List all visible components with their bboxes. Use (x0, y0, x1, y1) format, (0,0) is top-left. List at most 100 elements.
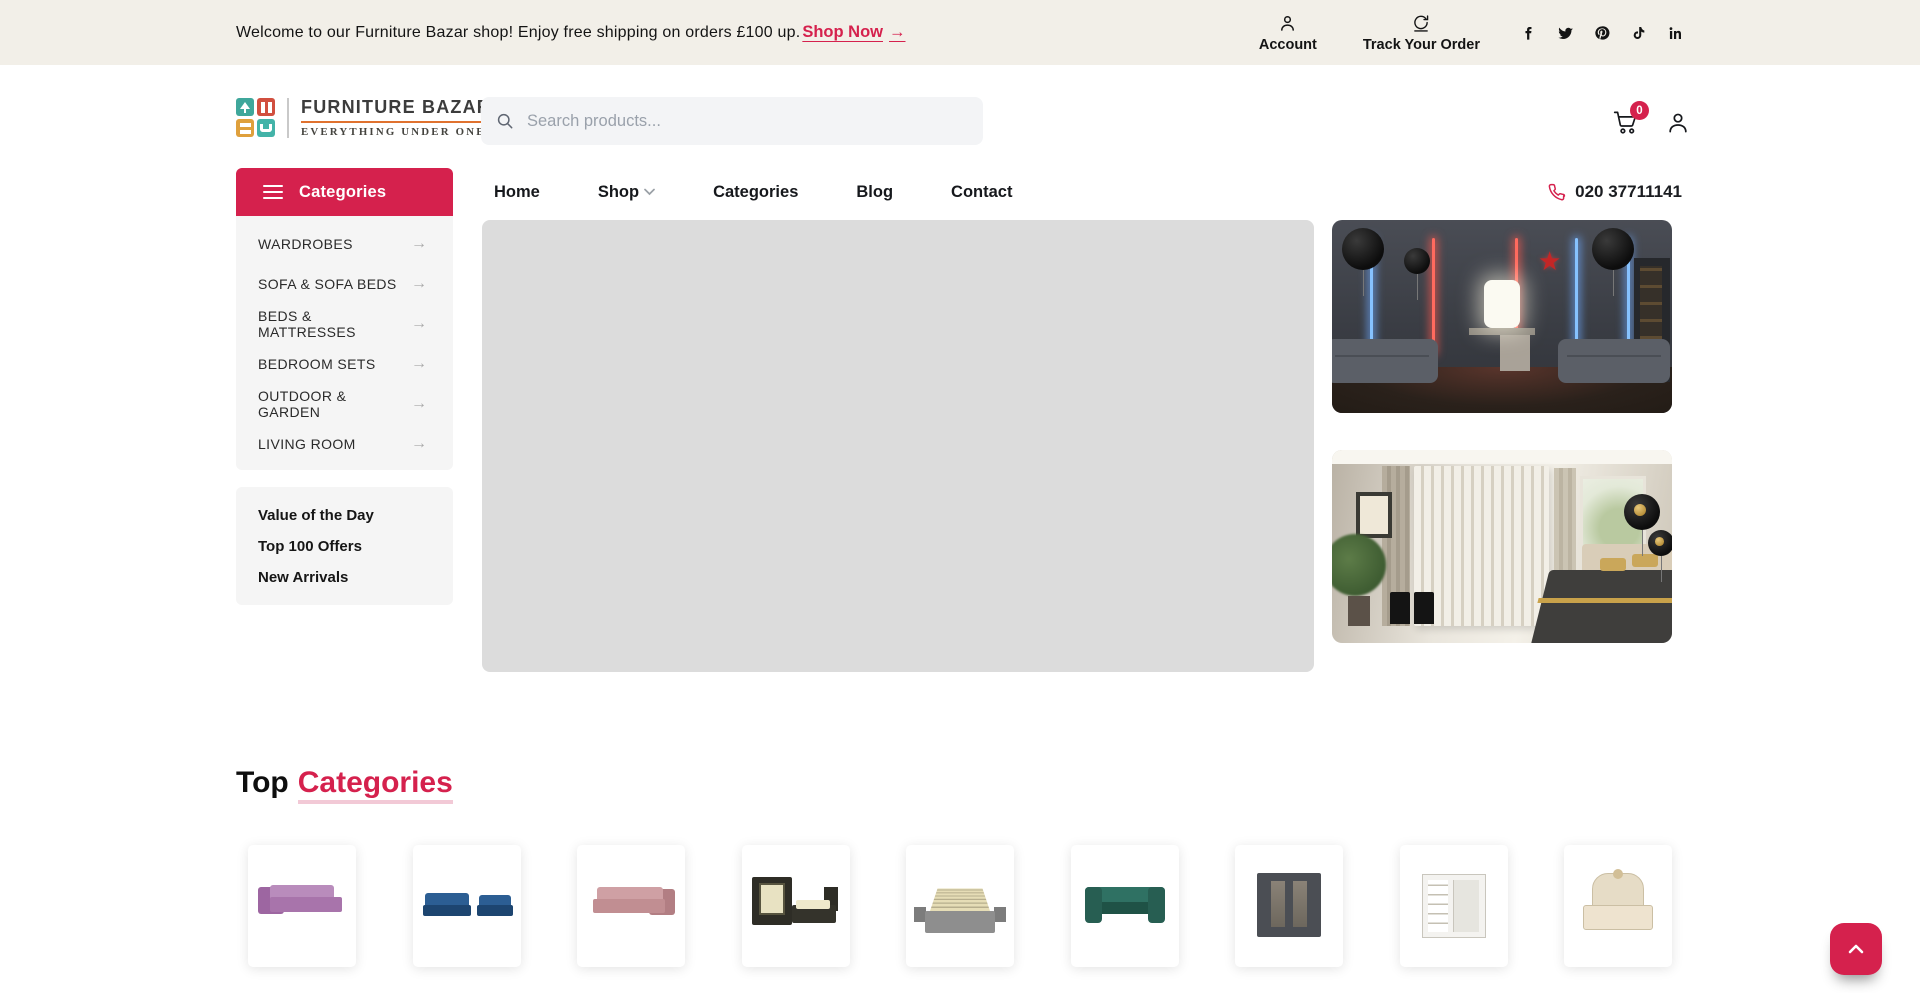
wardrobe-icon (257, 98, 275, 116)
arrow-right-icon: → (411, 395, 427, 413)
sidebar-item-living-room[interactable]: LIVING ROOM → (236, 424, 453, 464)
product-image (1077, 871, 1173, 941)
cart-count-badge: 0 (1630, 101, 1649, 120)
quick-link-top-100-offers[interactable]: Top 100 Offers (236, 531, 453, 562)
decor-vanity (1469, 328, 1535, 335)
category-card[interactable] (577, 845, 685, 967)
promo-banner-bedroom[interactable] (1332, 450, 1672, 643)
sidebar-item-bedroom-sets[interactable]: BEDROOM SETS → (236, 344, 453, 384)
decor-neon-strip (1432, 238, 1435, 354)
product-image (419, 871, 515, 941)
category-card[interactable] (1564, 845, 1672, 967)
scroll-to-top-button[interactable] (1830, 923, 1882, 975)
facebook-icon[interactable] (1520, 25, 1536, 41)
decor (1537, 598, 1672, 603)
top-categories-heading: TopCategories (236, 766, 453, 800)
promo-banner-black-friday-room[interactable]: ★ (1332, 220, 1672, 413)
category-card[interactable] (248, 845, 356, 967)
category-card[interactable] (1071, 845, 1179, 967)
arrow-right-icon: → (411, 235, 427, 253)
sidebar-item-beds-mattresses[interactable]: BEDS & MATTRESSES → (236, 304, 453, 344)
decor-pillow (1600, 558, 1626, 571)
sidebar-item-sofa-sofa-beds[interactable]: SOFA & SOFA BEDS → (236, 264, 453, 304)
linkedin-icon[interactable] (1668, 25, 1684, 41)
nav-item-blog[interactable]: Blog (856, 183, 893, 202)
category-card[interactable] (1400, 845, 1508, 967)
decor-shopping-bags (1390, 592, 1434, 624)
product-image (1406, 871, 1502, 941)
social-links (1520, 25, 1684, 41)
product-image (1570, 871, 1666, 941)
decor-wall-art (1356, 492, 1392, 538)
category-card[interactable] (413, 845, 521, 967)
quick-link-value-of-the-day[interactable]: Value of the Day (236, 500, 453, 531)
lamp-icon (236, 98, 254, 116)
product-image (748, 871, 844, 941)
twitter-icon[interactable] (1557, 25, 1573, 41)
balloon-icon (1592, 228, 1634, 270)
track-order-label: Track Your Order (1363, 37, 1480, 53)
shop-now-link[interactable]: Shop Now → (802, 23, 905, 42)
categories-menu-title: Categories (299, 183, 386, 202)
drawers-icon (236, 119, 254, 137)
search-input[interactable] (481, 97, 983, 145)
arrow-right-icon: → (411, 275, 427, 293)
hamburger-icon (263, 185, 283, 199)
category-card[interactable] (1235, 845, 1343, 967)
top-categories-carousel (248, 845, 1672, 967)
logo-mark (236, 98, 275, 137)
pinterest-icon[interactable] (1594, 25, 1610, 41)
welcome-text: Welcome to our Furniture Bazar shop! Enj… (236, 24, 800, 42)
sofa-icon (257, 119, 275, 137)
track-order-link[interactable]: Track Your Order (1363, 13, 1480, 53)
category-card[interactable] (742, 845, 850, 967)
product-image (1241, 871, 1337, 941)
cart-button[interactable]: 0 (1612, 109, 1641, 141)
nav-item-contact[interactable]: Contact (951, 183, 1012, 202)
decor-bed (1531, 570, 1672, 643)
balloon-icon (1648, 530, 1672, 556)
product-image (583, 871, 679, 941)
sidebar-category-list: WARDROBES → SOFA & SOFA BEDS → BEDS & MA… (236, 216, 453, 470)
arrow-right-icon: → (411, 315, 427, 333)
account-button[interactable] (1665, 110, 1691, 141)
decor-vanity-drawer (1500, 335, 1530, 371)
person-icon (1277, 13, 1298, 34)
balloon-icon (1624, 494, 1660, 530)
arrow-right-icon: → (411, 355, 427, 373)
shop-now-label: Shop Now (802, 23, 883, 42)
category-card[interactable] (906, 845, 1014, 967)
phone-number: 020 37711141 (1575, 182, 1682, 202)
track-order-icon (1410, 13, 1432, 34)
chevron-down-icon (644, 188, 655, 196)
decor-slat-panel (1414, 466, 1549, 626)
decor-sofa (1558, 339, 1670, 383)
sidebar-quick-links: Value of the Day Top 100 Offers New Arri… (236, 487, 453, 605)
categories-menu-button[interactable]: Categories (236, 168, 453, 216)
nav-item-shop[interactable]: Shop (598, 183, 655, 202)
sidebar-item-outdoor-garden[interactable]: OUTDOOR & GARDEN → (236, 384, 453, 424)
tiktok-icon[interactable] (1631, 25, 1647, 41)
account-label: Account (1259, 37, 1317, 53)
sidebar-item-wardrobes[interactable]: WARDROBES → (236, 224, 453, 264)
heading-prefix: Top (236, 766, 289, 799)
heading-highlight: Categories (298, 766, 453, 804)
decor-pillow (1632, 554, 1658, 567)
balloon-icon (1342, 228, 1384, 270)
main-nav: Home Shop Categories Blog Contact (494, 168, 1012, 216)
chevron-up-icon (1848, 944, 1864, 954)
search-icon (495, 111, 515, 131)
arrow-right-icon: → (889, 23, 906, 42)
user-icon (1665, 110, 1691, 136)
balloon-icon (1404, 248, 1430, 274)
top-bar: Welcome to our Furniture Bazar shop! Enj… (0, 0, 1920, 65)
quick-link-new-arrivals[interactable]: New Arrivals (236, 562, 453, 593)
nav-item-home[interactable]: Home (494, 183, 540, 202)
decor-lit-mirror (1484, 280, 1520, 328)
arrow-right-icon: → (411, 435, 427, 453)
nav-item-categories[interactable]: Categories (713, 183, 798, 202)
account-link[interactable]: Account (1259, 13, 1317, 53)
search-bar (481, 97, 983, 145)
phone-link[interactable]: 020 37711141 (1547, 168, 1682, 216)
product-image (912, 871, 1008, 941)
